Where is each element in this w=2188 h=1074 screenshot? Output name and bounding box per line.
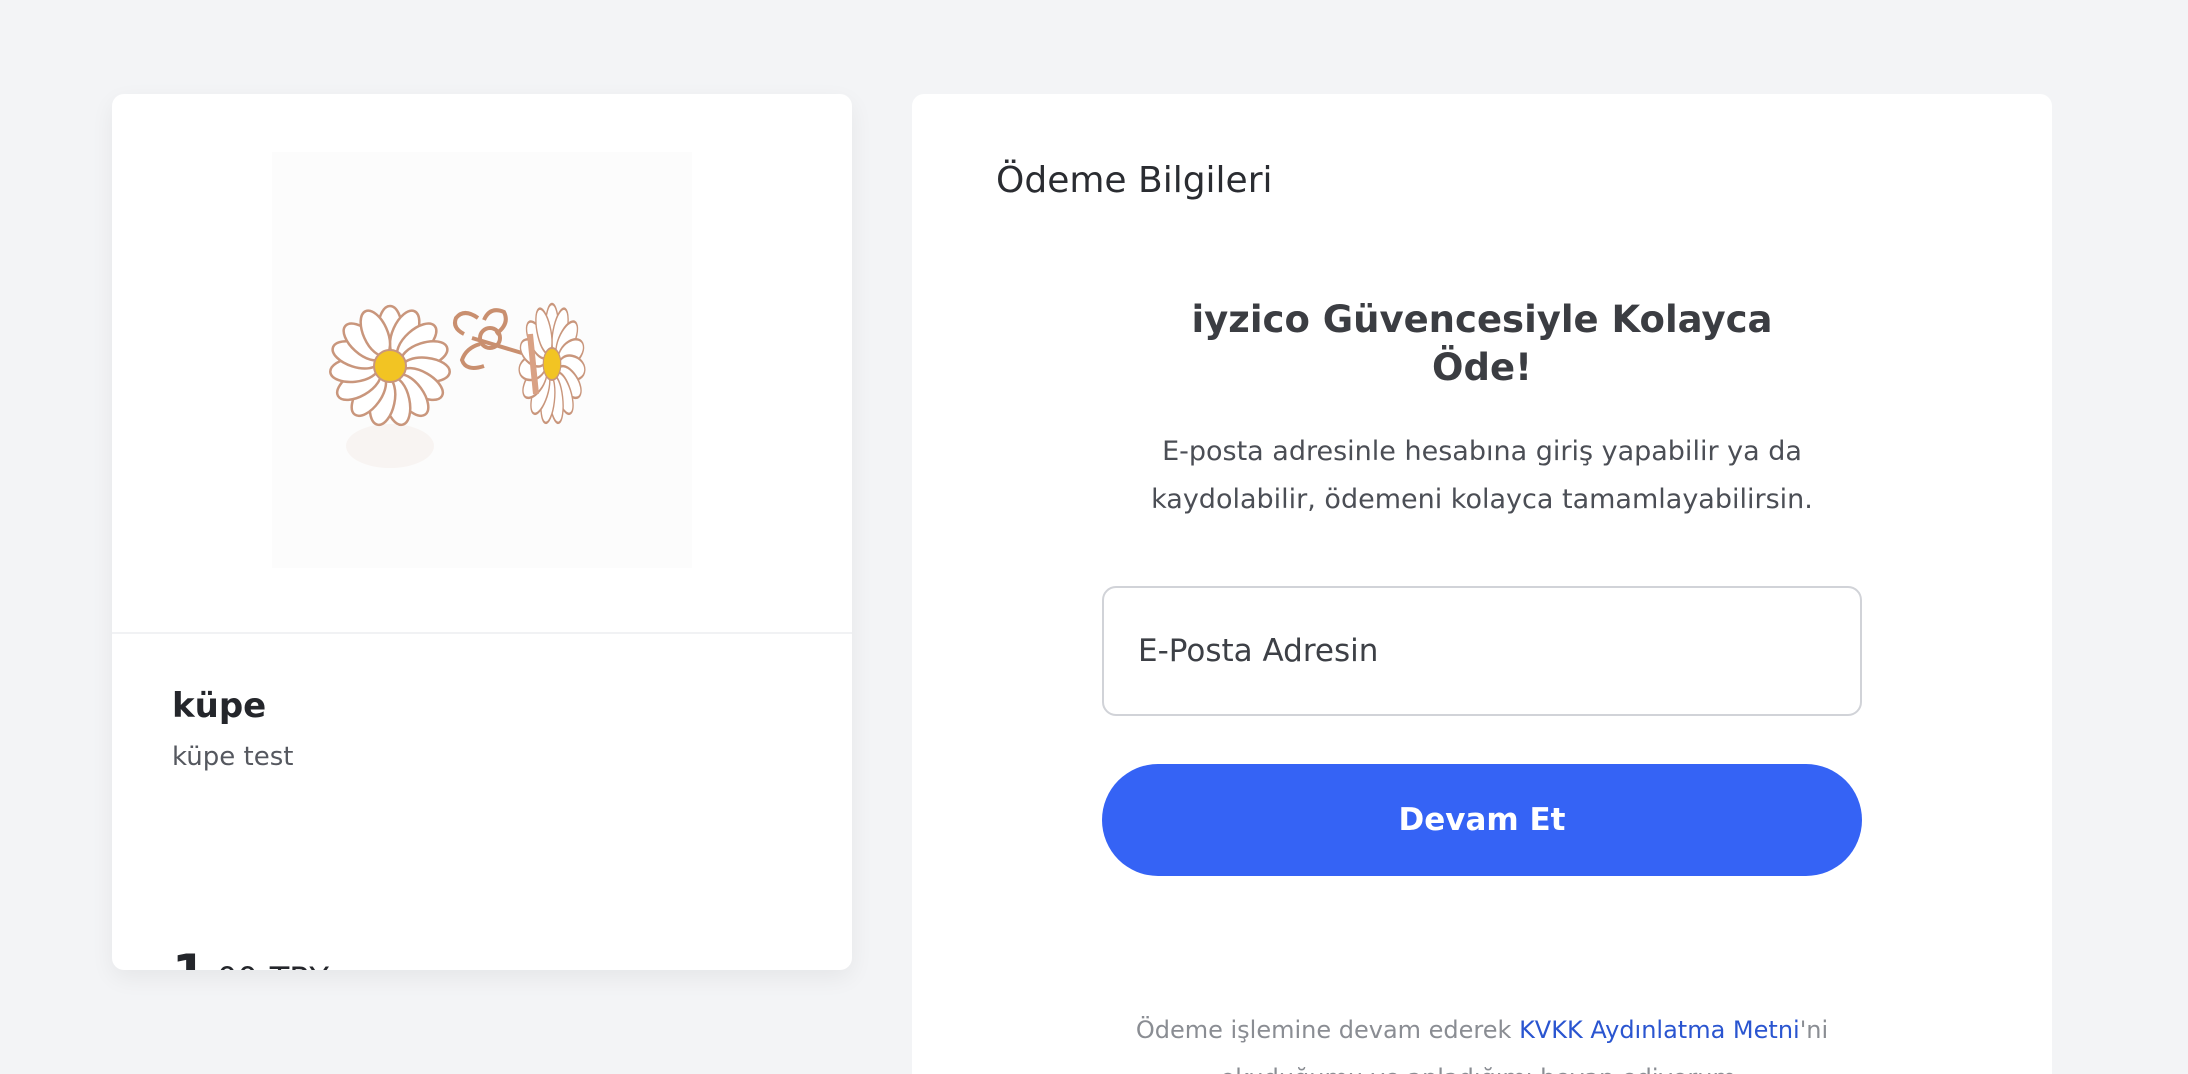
headline-line-1: iyzico Güvencesiyle Kolayca bbox=[1191, 298, 1773, 341]
product-card: küpe küpe test 1 .00 TRY bbox=[112, 94, 852, 970]
kvkk-link[interactable]: KVKK Aydınlatma Metni bbox=[1519, 1016, 1800, 1044]
daisy-earrings-image bbox=[327, 302, 587, 468]
payment-headline: iyzico Güvencesiyle Kolayca Öde! bbox=[912, 296, 2052, 392]
legal-suffix: 'ni bbox=[1799, 1016, 1829, 1044]
price-currency: TRY bbox=[270, 960, 329, 970]
legal-prefix: Ödeme işlemine devam ederek bbox=[1135, 1016, 1520, 1044]
legal-line-2: okuduğumu ve anladığımı beyan ediyorum. bbox=[912, 1054, 2052, 1074]
product-name: küpe bbox=[172, 686, 267, 726]
product-description: küpe test bbox=[172, 742, 294, 772]
headline-line-2: Öde! bbox=[1432, 346, 1532, 389]
payment-panel: Ödeme Bilgileri iyzico Güvencesiyle Kola… bbox=[912, 94, 2052, 1074]
divider bbox=[112, 632, 852, 634]
email-input[interactable] bbox=[1102, 586, 1862, 716]
price-integer: 1 bbox=[172, 944, 207, 970]
legal-notice: Ödeme işlemine devam ederek KVKK Aydınla… bbox=[912, 1006, 2052, 1074]
payment-subtext: E-posta adresinle hesabına giriş yapabil… bbox=[912, 428, 2052, 524]
subtext-line-2: kaydolabilir, ödemeni kolayca tamamlayab… bbox=[1151, 484, 1813, 515]
subtext-line-1: E-posta adresinle hesabına giriş yapabil… bbox=[1162, 436, 1802, 467]
legal-line-1: Ödeme işlemine devam ederek KVKK Aydınla… bbox=[912, 1006, 2052, 1054]
product-image bbox=[112, 94, 852, 632]
payment-title: Ödeme Bilgileri bbox=[996, 160, 1273, 201]
price-decimal: .00 bbox=[207, 960, 258, 970]
product-price: 1 .00 TRY bbox=[172, 944, 329, 970]
continue-button[interactable]: Devam Et bbox=[1102, 764, 1862, 876]
checkout-page: küpe küpe test 1 .00 TRY Ödeme Bilgileri… bbox=[0, 0, 2188, 1074]
